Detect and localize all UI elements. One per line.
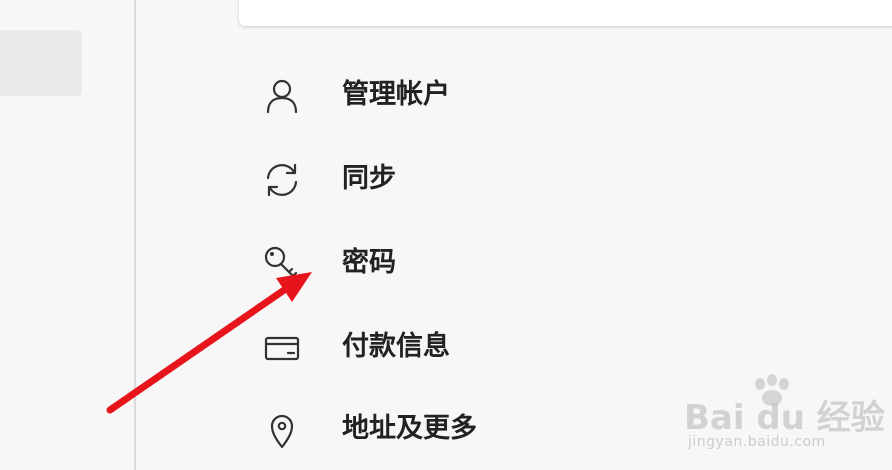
left-navigation-pane [0,0,134,470]
baidu-jingyan-watermark: Bai du 经验 jingyan.baidu.com [680,372,885,462]
menu-item-label: 地址及更多 [342,413,477,444]
menu-item-addresses-and-more[interactable]: 地址及更多 [250,398,650,458]
pane-divider [134,0,136,470]
menu-item-sync[interactable]: 同步 [250,148,650,208]
menu-item-manage-account[interactable]: 管理帐户 [250,64,650,124]
credit-card-icon [262,328,302,368]
menu-item-label: 同步 [342,163,396,194]
sync-icon [262,160,302,200]
location-pin-icon [262,410,302,450]
left-nav-selected-item[interactable] [0,30,82,96]
key-icon [262,244,302,284]
menu-item-label: 密码 [342,247,396,278]
menu-item-passwords[interactable]: 密码 [250,232,650,292]
menu-item-payment-info[interactable]: 付款信息 [250,316,650,376]
watermark-url: jingyan.baidu.com [688,434,826,450]
person-icon [262,76,302,116]
menu-item-label: 管理帐户 [342,79,450,110]
watermark-logo: Bai du 经验 [684,398,885,438]
menu-item-label: 付款信息 [342,331,450,362]
paw-icon [755,374,789,406]
profile-card [239,0,892,26]
